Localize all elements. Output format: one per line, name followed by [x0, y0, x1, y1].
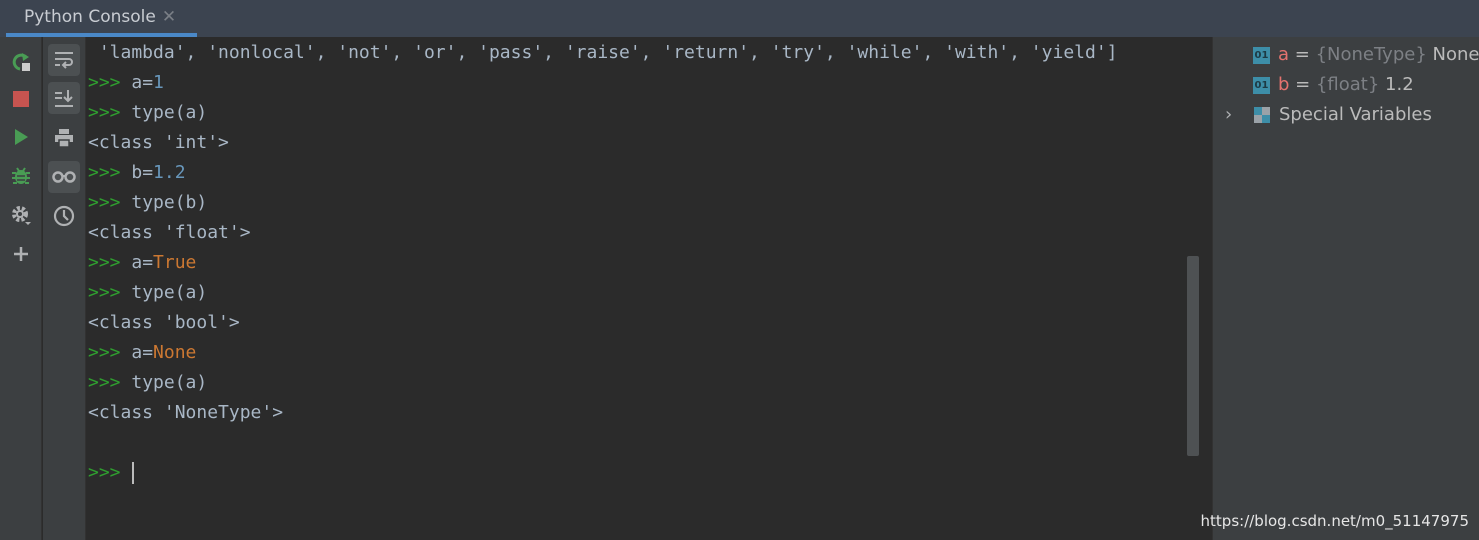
- show-variables-icon[interactable]: [48, 161, 80, 193]
- tab-python-console[interactable]: Python Console ✕: [6, 0, 197, 37]
- console-text: <class 'bool'>: [88, 312, 240, 333]
- console-text: <class 'NoneType'>: [88, 402, 284, 423]
- debug-icon[interactable]: [5, 160, 37, 192]
- console-line: >>> a=None: [88, 338, 196, 368]
- prompt: >>>: [88, 342, 132, 363]
- console-line: <class 'float'>: [88, 218, 251, 248]
- prompt: >>>: [88, 252, 132, 273]
- variable-icon: 01: [1253, 46, 1270, 64]
- console-text: type(b): [131, 192, 208, 213]
- add-icon[interactable]: [5, 238, 37, 270]
- console-text: type(a): [131, 102, 208, 123]
- prompt: >>>: [88, 192, 132, 213]
- console-line: 'lambda', 'nonlocal', 'not', 'or', 'pass…: [88, 38, 1118, 68]
- prompt: >>>: [88, 462, 132, 483]
- console-text: <class 'int'>: [88, 132, 229, 153]
- close-icon[interactable]: ✕: [162, 7, 176, 27]
- text-cursor: [132, 462, 135, 484]
- history-icon[interactable]: [48, 200, 80, 232]
- console-line: >>> type(a): [88, 368, 207, 398]
- console-side-toolbar: [43, 37, 86, 540]
- console-text: None: [153, 342, 197, 363]
- variable-row-b[interactable]: 01 b = {float} 1.2: [1253, 70, 1414, 100]
- console-text: <class 'float'>: [88, 222, 251, 243]
- variable-type: {float}: [1315, 74, 1380, 95]
- prompt: >>>: [88, 372, 132, 393]
- prompt: >>>: [88, 72, 132, 93]
- console-text: a=: [131, 252, 154, 273]
- grid-icon: [1253, 106, 1271, 124]
- console-text: True: [153, 252, 197, 273]
- variable-name: a: [1278, 44, 1290, 65]
- soft-wrap-icon[interactable]: [48, 44, 80, 76]
- prompt: >>>: [88, 282, 132, 303]
- console-line: >>> type(a): [88, 278, 207, 308]
- console-text: type(a): [131, 282, 208, 303]
- console-text: a=: [131, 72, 154, 93]
- console-output[interactable]: 'lambda', 'nonlocal', 'not', 'or', 'pass…: [87, 37, 1200, 540]
- console-text: 1: [153, 72, 164, 93]
- console-line: >>> type(b): [88, 188, 207, 218]
- print-icon[interactable]: [48, 122, 80, 154]
- tab-bar: Python Console ✕: [0, 0, 1479, 37]
- prompt: >>>: [88, 102, 132, 123]
- console-line: <class 'int'>: [88, 128, 229, 158]
- tab-title: Python Console: [24, 7, 156, 27]
- variable-value: None: [1432, 44, 1479, 65]
- vertical-scrollbar[interactable]: [1187, 256, 1199, 456]
- variable-value: 1.2: [1385, 74, 1414, 95]
- console-text: 'lambda', 'nonlocal', 'not', 'or', 'pass…: [88, 42, 1118, 63]
- chevron-right-icon[interactable]: ›: [1225, 100, 1253, 130]
- watermark: https://blog.csdn.net/m0_51147975: [1200, 512, 1469, 530]
- console-toolbar: [0, 37, 42, 540]
- console-text: type(a): [131, 372, 208, 393]
- console-line: >>> b=1.2: [88, 158, 186, 188]
- console-text: b=: [131, 162, 154, 183]
- scroll-to-end-icon[interactable]: [48, 82, 80, 114]
- console-text: 1.2: [153, 162, 186, 183]
- console-line: >>> a=1: [88, 68, 164, 98]
- console-line: >>> a=True: [88, 248, 196, 278]
- prompt: >>>: [88, 162, 132, 183]
- variable-row-a[interactable]: 01 a = {NoneType} None: [1253, 40, 1479, 70]
- special-variables-label: Special Variables: [1279, 104, 1432, 125]
- console-line: >>> type(a): [88, 98, 207, 128]
- settings-icon[interactable]: [5, 199, 37, 231]
- stop-icon[interactable]: [5, 83, 37, 115]
- special-variables-row[interactable]: › Special Variables: [1225, 100, 1432, 130]
- console-line: <class 'NoneType'>: [88, 398, 283, 428]
- console-input-line[interactable]: >>>: [88, 458, 135, 488]
- variable-type: {NoneType}: [1315, 44, 1427, 65]
- console-text: a=: [131, 342, 154, 363]
- variable-name: b: [1278, 74, 1290, 95]
- variable-icon: 01: [1253, 76, 1270, 94]
- console-line: <class 'bool'>: [88, 308, 240, 338]
- rerun-icon[interactable]: [5, 46, 37, 78]
- run-icon[interactable]: [5, 121, 37, 153]
- variables-panel: 01 a = {NoneType} None 01 b = {float} 1.2 …: [1212, 37, 1479, 540]
